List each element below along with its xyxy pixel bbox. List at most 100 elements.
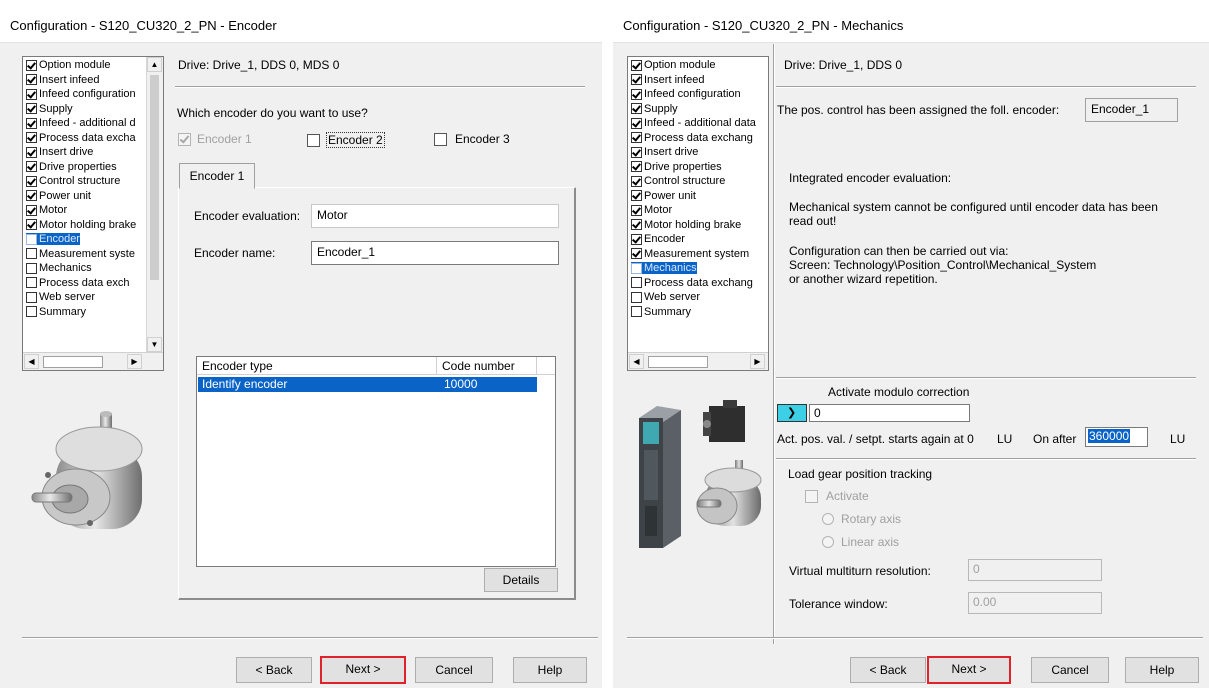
wizard-step[interactable]: Motor holding brake xyxy=(631,219,741,231)
wizard-step[interactable]: Summary xyxy=(631,306,691,318)
tolerance-window-input[interactable]: 0.00 xyxy=(968,592,1102,614)
wizard-step[interactable]: Encoder xyxy=(631,233,685,245)
back-button[interactable]: < Back xyxy=(236,657,312,683)
wizard-step[interactable]: Supply xyxy=(631,103,678,115)
wizard-step[interactable]: Infeed - additional data xyxy=(631,117,756,129)
wizard-step[interactable]: Infeed configuration xyxy=(631,88,741,100)
wizard-step-label: Infeed configuration xyxy=(644,88,741,100)
scroll-thumb[interactable] xyxy=(648,356,708,368)
scroll-left-icon[interactable]: ◀ xyxy=(629,354,644,369)
checked-box-icon xyxy=(631,103,642,114)
wizard-step[interactable]: Power unit xyxy=(26,190,91,202)
wizard-step[interactable]: Encoder xyxy=(26,233,80,245)
wizard-step[interactable]: Measurement system xyxy=(631,248,749,260)
next-button[interactable]: Next > xyxy=(927,656,1011,684)
wizard-step-label: Encoder xyxy=(39,233,80,245)
scroll-up-icon[interactable]: ▲ xyxy=(147,57,162,72)
modulo-value-input[interactable]: 0 xyxy=(809,404,970,422)
chevron-right-icon: ❯ xyxy=(787,407,797,419)
column-header-encoder-type[interactable]: Encoder type xyxy=(197,357,437,375)
virtual-multiturn-input[interactable]: 0 xyxy=(968,559,1102,581)
wizard-step[interactable]: Process data excha xyxy=(26,132,136,144)
wizard-step[interactable]: Web server xyxy=(631,291,700,303)
horizontal-scrollbar[interactable]: ◀ ▶ xyxy=(628,352,768,370)
info-wizard: or another wizard repetition. xyxy=(789,272,938,286)
wizard-step[interactable]: Insert infeed xyxy=(631,74,705,86)
scroll-thumb[interactable] xyxy=(150,75,159,280)
table-row[interactable]: Identify encoder 10000 xyxy=(198,377,537,392)
tab-encoder-1[interactable]: Encoder 1 xyxy=(179,163,255,189)
wizard-step[interactable]: Summary xyxy=(26,306,86,318)
unchecked-box-icon xyxy=(26,306,37,317)
activate-checkbox[interactable]: Activate xyxy=(805,489,869,503)
wizard-step[interactable]: Motor holding brake xyxy=(26,219,136,231)
wizard-step-list[interactable]: Option module Insert infeed Infeed configu… xyxy=(22,56,164,371)
cancel-button[interactable]: Cancel xyxy=(415,657,493,683)
wizard-step[interactable]: Control structure xyxy=(631,175,725,187)
scroll-left-icon[interactable]: ◀ xyxy=(24,354,39,369)
wizard-step[interactable]: Option module xyxy=(631,59,716,71)
scroll-right-icon[interactable]: ▶ xyxy=(750,354,765,369)
wizard-step[interactable]: Web server xyxy=(26,291,95,303)
back-button[interactable]: < Back xyxy=(850,657,926,683)
checked-box-icon xyxy=(26,146,37,158)
wizard-step[interactable]: Insert drive xyxy=(26,146,93,158)
separator xyxy=(776,377,1196,379)
on-after-label: On after xyxy=(1033,432,1077,446)
wizard-step[interactable]: Infeed configuration xyxy=(26,88,136,100)
next-button[interactable]: Next > xyxy=(320,656,406,684)
rotary-axis-label: Rotary axis xyxy=(841,512,902,526)
wizard-step[interactable]: Motor xyxy=(26,204,67,216)
details-button[interactable]: Details xyxy=(484,568,558,592)
checked-box-icon xyxy=(631,132,642,143)
modulo-toggle-button[interactable]: ❯ xyxy=(777,404,807,422)
wizard-step-list[interactable]: Option module Insert infeed Infeed configu… xyxy=(627,56,769,371)
wizard-step[interactable]: Supply xyxy=(26,103,73,115)
wizard-step[interactable]: Control structure xyxy=(26,175,120,187)
help-button[interactable]: Help xyxy=(513,657,587,683)
wizard-step[interactable]: Drive properties xyxy=(26,161,117,173)
checked-box-icon xyxy=(631,175,642,187)
wizard-step[interactable]: Process data exchang xyxy=(631,132,753,144)
vertical-scrollbar[interactable]: ▲ ▼ xyxy=(146,57,163,352)
linear-axis-radio[interactable]: Linear axis xyxy=(822,535,899,549)
encoder-2-checkbox[interactable]: Encoder 2 xyxy=(307,132,385,148)
encoder-1-checkbox[interactable]: Encoder 1 xyxy=(178,132,252,146)
wizard-step[interactable]: Power unit xyxy=(631,190,696,202)
rotary-axis-radio[interactable]: Rotary axis xyxy=(822,512,901,526)
wizard-step-label: Web server xyxy=(39,291,96,303)
wizard-step-label: Control structure xyxy=(644,175,726,187)
window-title: Configuration - S120_CU320_2_PN - Encode… xyxy=(10,18,277,33)
wizard-step[interactable]: Infeed - additional d xyxy=(26,117,136,129)
wizard-step[interactable]: Process data exchang xyxy=(631,277,753,289)
wizard-step-label: Power unit xyxy=(644,189,696,202)
encoder-3-checkbox[interactable]: Encoder 3 xyxy=(434,132,510,146)
checked-box-icon xyxy=(631,248,642,259)
wizard-step[interactable]: Drive properties xyxy=(631,161,722,173)
wizard-step-label: Infeed configuration xyxy=(39,88,136,100)
wizard-step[interactable]: Measurement syste xyxy=(26,248,135,260)
scroll-right-icon[interactable]: ▶ xyxy=(127,354,142,369)
wizard-step[interactable]: Motor xyxy=(631,204,672,216)
wizard-step-label: Process data exchang xyxy=(644,276,753,289)
unchecked-box-icon xyxy=(631,277,642,288)
on-after-input[interactable]: 360000 xyxy=(1085,427,1148,447)
wizard-step[interactable]: Mechanics xyxy=(631,262,697,274)
horizontal-scrollbar[interactable]: ◀ ▶ xyxy=(23,352,163,370)
info-text: Mechanical system cannot be configured u… xyxy=(789,200,1158,228)
wizard-step[interactable]: Insert drive xyxy=(631,146,698,158)
column-header-code-number[interactable]: Code number xyxy=(437,357,537,375)
scroll-thumb[interactable] xyxy=(43,356,103,368)
wizard-step[interactable]: Option module xyxy=(26,59,111,71)
cancel-button[interactable]: Cancel xyxy=(1031,657,1109,683)
encoder-name-input[interactable]: Encoder_1 xyxy=(311,241,559,265)
title-bar: Configuration - S120_CU320_2_PN - Encode… xyxy=(0,0,602,43)
wizard-step[interactable]: Process data exch xyxy=(26,277,130,289)
help-button[interactable]: Help xyxy=(1125,657,1199,683)
wizard-step[interactable]: Insert infeed xyxy=(26,74,100,86)
drive-motor-encoder-illustration xyxy=(639,400,762,548)
wizard-step[interactable]: Mechanics xyxy=(26,262,92,274)
scroll-down-icon[interactable]: ▼ xyxy=(147,337,162,352)
encoder-evaluation-label: Encoder evaluation: xyxy=(194,209,301,223)
checkbox xyxy=(434,132,447,146)
